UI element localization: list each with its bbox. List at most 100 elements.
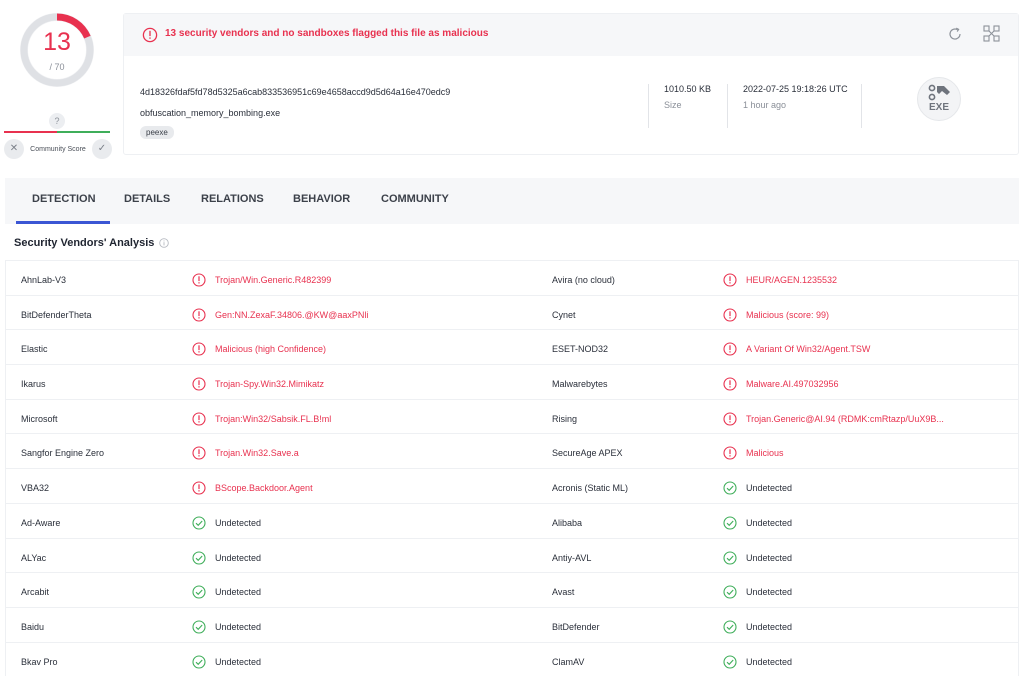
analysis-date: 2022-07-25 19:18:26 UTC <box>743 84 848 94</box>
file-hash[interactable]: 4d18326fdaf5fd78d5325a6cab833536951c69e4… <box>140 87 450 97</box>
exe-file-icon <box>928 84 950 101</box>
vendor-name: Elastic <box>21 344 48 355</box>
vendor-result-text: Malicious (high Confidence) <box>215 344 327 355</box>
check-circle-icon <box>723 550 737 565</box>
vendor-result-text: Undetected <box>215 621 262 632</box>
vendor-result: Malware.AI.497032956 <box>723 376 839 392</box>
alert-circle-icon <box>192 412 206 426</box>
vendor-name: Rising <box>552 413 578 424</box>
vendor-name: SecureAge APEX <box>552 448 623 459</box>
tab-community[interactable]: COMMUNITY <box>381 193 449 205</box>
vendor-row: Elastic Malicious (high Confidence) ESET-N… <box>6 330 1018 366</box>
alert-circle-icon <box>723 342 737 356</box>
vendor-result-text: Undetected <box>215 517 262 528</box>
vendor-name: ClamAV <box>552 656 585 667</box>
check-circle-icon <box>192 516 206 530</box>
file-name: obfuscation_memory_bombing.exe <box>140 108 281 118</box>
alert-circle-icon <box>192 273 206 287</box>
detection-count: 13 <box>43 28 71 56</box>
reanalyze-icon[interactable] <box>947 26 963 42</box>
tab-detection[interactable]: DETECTION <box>32 193 96 205</box>
vendor-name: VBA32 <box>21 483 50 494</box>
vendor-result: Undetected <box>192 619 261 635</box>
vendor-result-text: A Variant Of Win32/Agent.TSW <box>746 344 871 355</box>
vendor-result-text: Undetected <box>746 483 793 494</box>
tab-relations[interactable]: RELATIONS <box>201 193 264 205</box>
file-type-badge: EXE <box>917 77 961 121</box>
vendor-result-text: Trojan.Generic@AI.94 (RDMK:cmRtazp/UuX9B… <box>746 413 944 424</box>
check-circle-icon <box>192 655 206 669</box>
check-circle-icon <box>723 585 737 599</box>
vendor-name: ESET-NOD32 <box>552 344 609 355</box>
vendor-result: Undetected <box>192 654 261 670</box>
vendor-result-text: Trojan/Win.Generic.R482399 <box>215 275 332 285</box>
vendor-name: Malwarebytes <box>552 379 608 390</box>
alert-circle-icon <box>192 481 206 495</box>
vendor-result: Undetected <box>723 654 792 670</box>
vendor-row: Ad-Aware Undetected Alibaba Undetected <box>6 504 1018 539</box>
tab-details[interactable]: DETAILS <box>124 193 170 205</box>
vendor-result: Malicious <box>723 445 784 461</box>
vendor-result: HEUR/AGEN.1235532 <box>723 272 837 288</box>
info-icon[interactable] <box>159 238 169 248</box>
check-circle-icon <box>192 585 206 599</box>
vendor-name: Bkav Pro <box>21 656 58 667</box>
community-score-row: ✕ Community Score ✓ <box>4 139 112 159</box>
vendor-name: Ad-Aware <box>21 517 61 528</box>
vote-harmless-button[interactable]: ✓ <box>91 139 112 159</box>
alert-circle-icon <box>723 377 737 391</box>
vendor-row: BitDefenderTheta Gen:NN.ZexaF.34806.@KW@a… <box>6 296 1018 331</box>
vendor-name: Microsoft <box>21 413 58 424</box>
vendor-result-text: Undetected <box>746 552 793 563</box>
community-score-value: ? <box>49 113 65 129</box>
vendor-result: Trojan.Win32.Save.a <box>192 445 299 461</box>
vendor-name: Ikarus <box>21 379 46 390</box>
vendor-result-text: Undetected <box>746 621 793 632</box>
vendor-name: Antiy-AVL <box>552 552 592 563</box>
vendor-result-text: BScope.Backdoor.Agent <box>215 483 313 494</box>
meta-divider <box>727 84 728 128</box>
tab-behavior[interactable]: BEHAVIOR <box>293 193 350 205</box>
alert-circle-icon <box>723 273 737 287</box>
file-size-block: 1010.50 KB Size <box>664 84 711 110</box>
tab-bar: DETECTION DETAILS RELATIONS BEHAVIOR COM… <box>5 178 1019 224</box>
vendor-name: Avira (no cloud) <box>552 275 615 285</box>
vendors-table: AhnLab-V3 Trojan/Win.Generic.R482399 Avira… <box>5 260 1019 676</box>
vendor-name: ALYac <box>21 552 47 563</box>
similar-files-icon[interactable] <box>983 25 1000 42</box>
vendor-result: A Variant Of Win32/Agent.TSW <box>723 341 870 357</box>
vote-malicious-button[interactable]: ✕ <box>4 139 24 159</box>
alert-banner: 13 security vendors and no sandboxes fla… <box>124 14 1018 56</box>
vendor-result-text: Undetected <box>746 517 793 528</box>
active-tab-indicator <box>16 221 110 224</box>
vendor-name: Avast <box>552 587 575 598</box>
vendor-result: Trojan/Win.Generic.R482399 <box>192 272 331 288</box>
vendor-name: BitDefenderTheta <box>21 309 92 320</box>
meta-divider <box>861 84 862 128</box>
vendor-result-text: Malware.AI.497032956 <box>746 379 839 390</box>
alert-circle-icon <box>192 446 206 460</box>
check-circle-icon <box>192 550 206 565</box>
vendor-name: Alibaba <box>552 517 583 528</box>
vendor-result-text: Undetected <box>215 587 262 598</box>
vendor-name: Baidu <box>21 621 45 632</box>
community-score-label: Community Score <box>30 145 86 153</box>
analysis-date-block: 2022-07-25 19:18:26 UTC 1 hour ago <box>743 84 848 110</box>
vendor-name: BitDefender <box>552 621 600 632</box>
alert-circle-icon <box>192 308 206 322</box>
vendor-name: Acronis (Static ML) <box>552 483 629 494</box>
vendor-result: Undetected <box>192 515 261 531</box>
vendor-result-text: Undetected <box>746 587 793 598</box>
vendor-result-text: HEUR/AGEN.1235532 <box>746 275 838 285</box>
vendor-result-text: Trojan-Spy.Win32.Mimikatz <box>215 379 325 390</box>
vendor-result: Undetected <box>192 584 261 600</box>
community-score-bar <box>4 131 110 133</box>
alert-circle-icon <box>192 342 206 356</box>
vendor-row: Sangfor Engine Zero Trojan.Win32.Save.a Se… <box>6 434 1018 470</box>
vendor-result: Undetected <box>723 584 792 600</box>
file-size: 1010.50 KB <box>664 84 712 94</box>
vendor-name: Arcabit <box>21 587 50 598</box>
file-tag[interactable]: peexe <box>140 126 174 139</box>
vendor-result-text: Gen:NN.ZexaF.34806.@KW@aaxPNli <box>215 309 369 320</box>
vendor-result: Undetected <box>192 550 261 566</box>
